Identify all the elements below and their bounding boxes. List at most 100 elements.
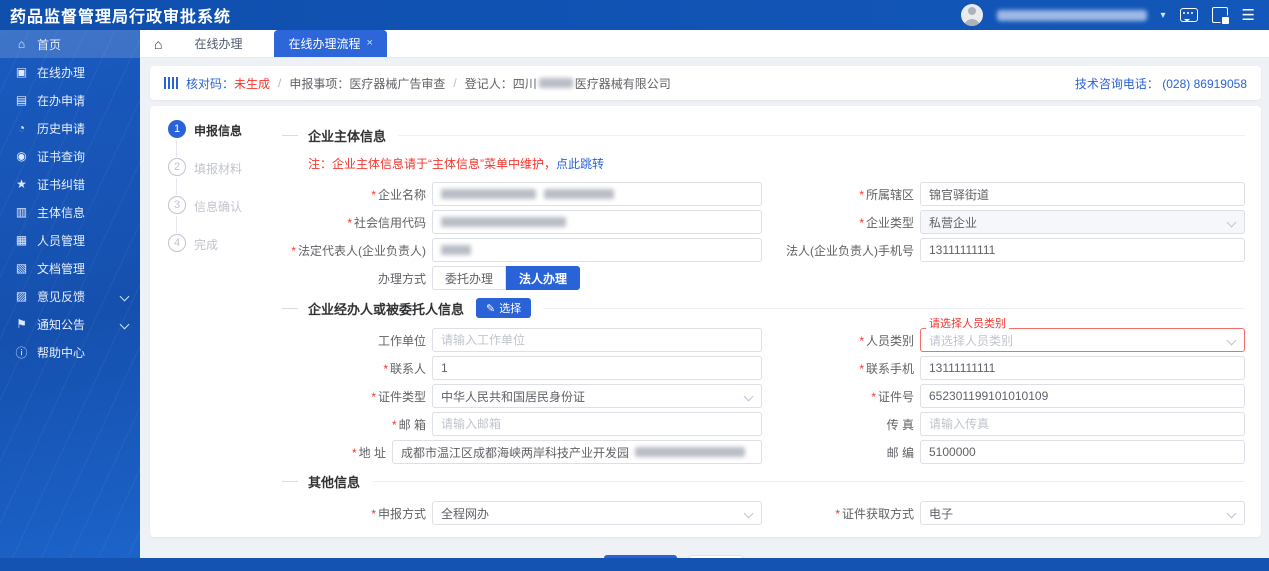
username-redacted (996, 9, 1147, 21)
pending-applications-icon: ▤ (15, 93, 28, 107)
sidebar-item-label: 文档管理 (37, 261, 86, 276)
help-center-icon: ⓘ (15, 345, 28, 360)
sidebar-item-document-management[interactable]: ▧ 文档管理 (0, 254, 140, 282)
redacted-value (635, 447, 745, 457)
section-title: 企业主体信息 (308, 129, 387, 144)
contact-label: * 联系人 (383, 361, 426, 376)
entrust-handle-button[interactable]: 委托办理 (432, 266, 507, 290)
person-type-error: 请选择人员类别 (926, 318, 1009, 330)
person-type-select[interactable]: 请选择人员类别 (920, 328, 1245, 352)
apps-icon[interactable] (1211, 7, 1229, 24)
cert-get-mode-select[interactable]: 电子 (920, 501, 1245, 525)
declare-mode-select[interactable]: 全程网办 (432, 501, 762, 525)
step-confirm-info: 3 信息确认 (168, 196, 278, 234)
declare-mode-label: * 申报方式 (371, 506, 426, 521)
tech-support-phone: 技术咨询电话： (028) 86919058 (1075, 75, 1247, 92)
main-form-card: 1 申报信息 2 填报材料 3 信息确认 4 完成 企业主体信息 注：企业主体信… (150, 106, 1261, 571)
user-dropdown-caret-icon[interactable]: ▾ (1161, 10, 1166, 21)
sidebar-item-history-applications[interactable]: ◔ 历史申请 (0, 114, 140, 142)
id-type-select[interactable]: 中华人民共和国居民身份证 (432, 384, 762, 408)
zip-label: 邮 编 (886, 445, 914, 460)
zip-input[interactable] (920, 440, 1245, 464)
fax-input[interactable] (920, 412, 1245, 436)
tab-close-icon[interactable]: × (367, 38, 373, 49)
step-label: 填报材料 (194, 162, 243, 176)
id-number-input[interactable] (920, 384, 1245, 408)
sidebar-item-label: 证书查询 (37, 149, 86, 164)
credit-code-label: * 社会信用代码 (347, 215, 426, 230)
tab-online-handling[interactable]: 在线办理 (180, 30, 256, 57)
note-text: 注：企业主体信息请于“主体信息”菜单中维护， (308, 157, 556, 171)
address-input[interactable]: 成都市温江区成都海峡两岸科技产业开发园 (391, 440, 762, 464)
select-placeholder: 请选择人员类别 (929, 333, 1014, 348)
company-type-label: * 企业类型 (859, 215, 914, 230)
credit-code-input[interactable] (432, 210, 762, 234)
work-unit-input[interactable] (432, 328, 762, 352)
sidebar-item-notices[interactable]: ⚑ 通知公告 (0, 310, 140, 338)
tab-home-icon[interactable]: ⌂ (154, 37, 162, 51)
personnel-management-icon: ▦ (15, 233, 28, 247)
edit-icon: ✎ (486, 302, 496, 315)
certificate-query-icon: ◉ (16, 149, 27, 163)
section-other-info: 其他信息 (282, 472, 1245, 491)
chevron-down-icon (119, 319, 130, 330)
message-icon[interactable] (1179, 8, 1198, 22)
contact-phone-input[interactable] (920, 356, 1245, 380)
company-type-select[interactable]: 私营企业 (920, 210, 1245, 234)
step-number: 2 (168, 158, 186, 176)
sidebar-item-help-center[interactable]: ⓘ 帮助中心 (0, 338, 140, 366)
hamburger-menu-icon[interactable]: ☰ (1242, 8, 1255, 23)
contact-input[interactable] (432, 356, 762, 380)
select-agent-button[interactable]: ✎ 选择 (476, 298, 532, 318)
declare-item-value: 医疗器械广告审查 (349, 76, 446, 91)
legal-phone-input[interactable] (920, 238, 1245, 262)
legal-phone-label: 法人(企业负责人)手机号 (786, 243, 914, 258)
company-name-label: * 企业名称 (371, 187, 426, 202)
handle-mode-label: 办理方式 (377, 271, 426, 286)
registrant-label: 登记人： (464, 76, 513, 91)
tab-online-handling-flow[interactable]: 在线办理流程 × (274, 30, 387, 57)
step-number: 4 (168, 234, 186, 252)
registrant-prefix: 四川 (512, 76, 537, 91)
legal-rep-input[interactable] (432, 238, 762, 262)
step-indicator: 1 申报信息 2 填报材料 3 信息确认 4 完成 (168, 120, 278, 272)
section-title: 企业经办人或被委托人信息 (308, 301, 465, 317)
sidebar-item-subject-info[interactable]: ▥ 主体信息 (0, 198, 140, 226)
sidebar-item-home[interactable]: ⌂ 首页 (0, 30, 140, 58)
sidebar-item-label: 通知公告 (37, 317, 86, 332)
sidebar-item-online-handling[interactable]: ▣ 在线办理 (0, 58, 140, 86)
registrant-redacted (538, 78, 573, 88)
document-management-icon: ▧ (15, 261, 28, 275)
sidebar-item-feedback[interactable]: ▨ 意见反馈 (0, 282, 140, 310)
district-input[interactable] (920, 182, 1245, 206)
online-handling-icon: ▣ (15, 65, 28, 79)
chevron-down-icon (1226, 335, 1237, 346)
jump-link[interactable]: 点此跳转 (556, 157, 604, 171)
header-right-cluster: ▾ ☰ (960, 4, 1269, 26)
section-agent-info: 企业经办人或被委托人信息 ✎ 选择 (282, 298, 1245, 318)
legal-rep-label: * 法定代表人(企业负责人) (291, 243, 426, 258)
company-name-input[interactable] (432, 182, 762, 206)
notices-icon: ⚑ (16, 317, 27, 331)
step-label: 信息确认 (194, 200, 243, 214)
select-value: 电子 (929, 506, 954, 521)
sidebar-item-certificate-query[interactable]: ◉ 证书查询 (0, 142, 140, 170)
chevron-down-icon (1226, 217, 1237, 228)
select-value: 中华人民共和国居民身份证 (441, 389, 586, 404)
select-value: 全程网办 (441, 506, 490, 521)
breadcrumb-separator: / (453, 76, 457, 90)
sidebar-item-pending-applications[interactable]: ▤ 在办申请 (0, 86, 140, 114)
sidebar-item-label: 意见反馈 (37, 289, 86, 304)
chevron-down-icon (743, 391, 754, 402)
legal-handle-button[interactable]: 法人办理 (506, 266, 581, 290)
sidebar-item-label: 人员管理 (37, 233, 86, 248)
sidebar-item-label: 首页 (37, 37, 62, 52)
certificate-correction-icon: ★ (16, 177, 27, 191)
email-input[interactable] (432, 412, 762, 436)
tab-bar: ⌂ 在线办理 在线办理流程 × (140, 30, 1269, 58)
sidebar-item-certificate-correction[interactable]: ★ 证书纠错 (0, 170, 140, 198)
sidebar-item-personnel-management[interactable]: ▦ 人员管理 (0, 226, 140, 254)
step-number: 3 (168, 196, 186, 214)
user-avatar[interactable] (960, 4, 983, 26)
district-label: * 所属辖区 (859, 187, 914, 202)
